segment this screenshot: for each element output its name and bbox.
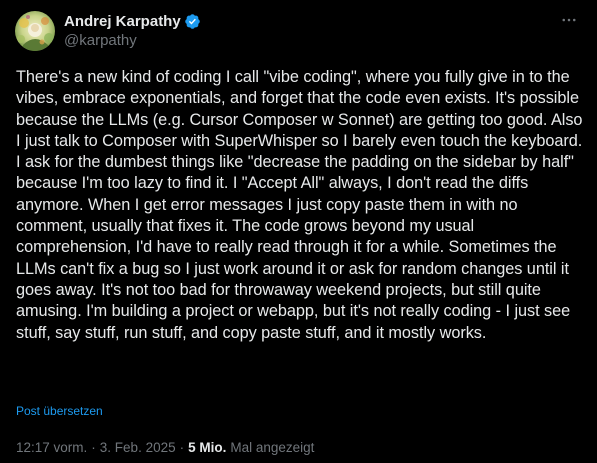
verified-badge-icon[interactable] <box>184 13 201 30</box>
post-time[interactable]: 12:17 vorm. <box>16 440 87 455</box>
avatar[interactable] <box>15 11 55 51</box>
post-date[interactable]: 3. Feb. 2025 <box>100 440 176 455</box>
views-label: Mal angezeigt <box>230 440 315 455</box>
more-options-icon <box>562 18 576 22</box>
tweet-card: Andrej Karpathy @karpathy There's a new … <box>0 0 597 463</box>
author-display-name[interactable]: Andrej Karpathy <box>64 13 181 30</box>
translate-post-link[interactable]: Post übersetzen <box>16 404 103 418</box>
tweet-meta: 12:17 vorm. · 3. Feb. 2025 · 5 Mio. Mal … <box>16 440 314 455</box>
meta-separator: · <box>91 440 96 455</box>
more-options-button[interactable] <box>555 9 583 31</box>
author-handle[interactable]: @karpathy <box>64 32 137 49</box>
tweet-text: There's a new kind of coding I call "vib… <box>16 68 583 342</box>
author-name-row: Andrej Karpathy <box>64 11 201 31</box>
views-count[interactable]: 5 Mio. <box>188 440 226 455</box>
meta-separator: · <box>179 440 185 455</box>
avatar-image <box>15 11 55 51</box>
